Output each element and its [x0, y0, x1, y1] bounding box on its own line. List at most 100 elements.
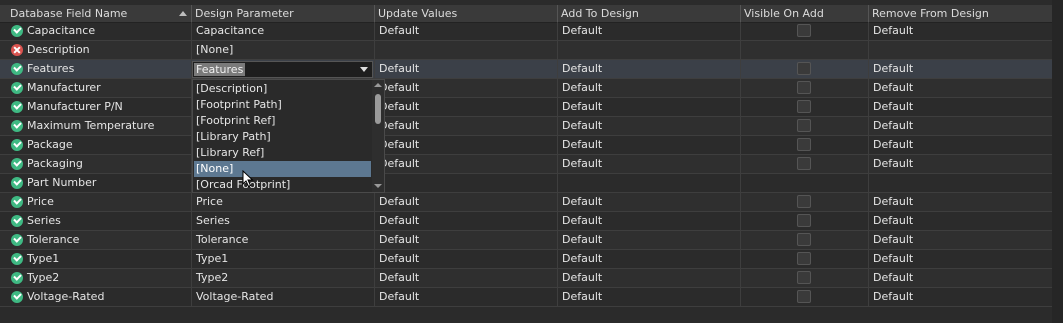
cell-remove[interactable]: Default	[868, 79, 1052, 97]
visible-on-add-checkbox[interactable]	[797, 81, 811, 94]
cell-visible[interactable]	[740, 155, 868, 173]
cell-remove[interactable]: Default	[868, 60, 1052, 78]
visible-on-add-checkbox[interactable]	[797, 24, 811, 37]
cell-remove[interactable]: Default	[868, 98, 1052, 116]
cell-add[interactable]: Default	[557, 22, 740, 40]
cell-remove[interactable]: Default	[868, 250, 1052, 268]
cell-add[interactable]: Default	[557, 193, 740, 211]
cell-param[interactable]: Voltage-Rated	[191, 288, 374, 306]
visible-on-add-checkbox[interactable]	[797, 252, 811, 265]
dropdown-option[interactable]: [Footprint Path]	[194, 97, 371, 113]
cell-visible[interactable]	[740, 98, 868, 116]
cell-visible[interactable]	[740, 212, 868, 230]
cell-remove[interactable]: Default	[868, 269, 1052, 287]
visible-on-add-checkbox[interactable]	[797, 100, 811, 113]
dropdown-option[interactable]: [Library Ref]	[194, 145, 371, 161]
dropdown-option[interactable]: [Orcad Footprint]	[194, 177, 371, 193]
cell-remove[interactable]: Default	[868, 155, 1052, 173]
cell-param[interactable]: Series	[191, 212, 374, 230]
grid-vertical-scrollbar[interactable]	[1052, 0, 1063, 323]
cell-param[interactable]: Capacitance	[191, 22, 374, 40]
cell-add[interactable]: Default	[557, 250, 740, 268]
table-row[interactable]: Type2 Type2 Default Default Default	[0, 269, 1052, 288]
cell-param[interactable]: [None]	[191, 41, 374, 59]
cell-add[interactable]: Default	[557, 60, 740, 78]
table-row[interactable]: Capacitance Capacitance Default Default Defa…	[0, 22, 1052, 41]
dropdown-option[interactable]: [Description]	[194, 81, 371, 97]
cell-update[interactable]: Default	[374, 155, 557, 173]
cell-add[interactable]: Default	[557, 269, 740, 287]
cell-add[interactable]	[557, 41, 740, 59]
visible-on-add-checkbox[interactable]	[797, 157, 811, 170]
cell-remove[interactable]: Default	[868, 136, 1052, 154]
table-row[interactable]: Voltage-Rated Voltage-Rated Default Default…	[0, 288, 1052, 307]
cell-visible[interactable]	[740, 117, 868, 135]
table-row[interactable]: Package Default Default Default	[0, 136, 1052, 155]
col-header-update-values[interactable]: Update Values	[374, 5, 557, 22]
cell-update[interactable]	[374, 41, 557, 59]
cell-update[interactable]: Default	[374, 60, 557, 78]
visible-on-add-checkbox[interactable]	[797, 62, 811, 75]
cell-visible[interactable]	[740, 60, 868, 78]
cell-remove[interactable]: Default	[868, 288, 1052, 306]
cell-visible[interactable]	[740, 269, 868, 287]
cell-add[interactable]: Default	[557, 136, 740, 154]
cell-visible[interactable]	[740, 41, 868, 59]
design-parameter-combobox[interactable]: Features	[192, 61, 373, 78]
col-header-design-parameter[interactable]: Design Parameter	[191, 5, 374, 22]
visible-on-add-checkbox[interactable]	[797, 138, 811, 151]
cell-visible[interactable]	[740, 174, 868, 192]
dropdown-option[interactable]: [Footprint Ref]	[194, 113, 371, 129]
table-row[interactable]: Manufacturer Default Default Default	[0, 79, 1052, 98]
cell-param[interactable]: Price	[191, 193, 374, 211]
dropdown-option[interactable]: [Library Path]	[194, 129, 371, 145]
cell-remove[interactable]: Default	[868, 117, 1052, 135]
col-header-visible-on-add[interactable]: Visible On Add	[740, 5, 868, 22]
cell-update[interactable]: Default	[374, 98, 557, 116]
cell-remove[interactable]: Default	[868, 231, 1052, 249]
cell-remove[interactable]	[868, 174, 1052, 192]
table-row[interactable]: Series Series Default Default Default	[0, 212, 1052, 231]
cell-update[interactable]: Default	[374, 79, 557, 97]
visible-on-add-checkbox[interactable]	[797, 233, 811, 246]
cell-update[interactable]: Default	[374, 288, 557, 306]
cell-add[interactable]: Default	[557, 79, 740, 97]
visible-on-add-checkbox[interactable]	[797, 214, 811, 227]
cell-visible[interactable]	[740, 22, 868, 40]
col-header-add-to-design[interactable]: Add To Design	[557, 5, 740, 22]
cell-add[interactable]: Default	[557, 288, 740, 306]
cell-visible[interactable]	[740, 250, 868, 268]
scroll-down-icon[interactable]	[374, 184, 382, 188]
cell-update[interactable]: Default	[374, 269, 557, 287]
cell-update[interactable]: Default	[374, 250, 557, 268]
cell-visible[interactable]	[740, 288, 868, 306]
cell-param[interactable]: Tolerance	[191, 231, 374, 249]
visible-on-add-checkbox[interactable]	[797, 290, 811, 303]
table-row[interactable]: Tolerance Tolerance Default Default Default	[0, 231, 1052, 250]
cell-visible[interactable]	[740, 136, 868, 154]
chevron-down-icon[interactable]	[360, 67, 368, 72]
cell-add[interactable]: Default	[557, 98, 740, 116]
table-row[interactable]: Part Number	[0, 174, 1052, 193]
cell-add[interactable]	[557, 174, 740, 192]
table-row[interactable]: Maximum Temperature Default Default Default	[0, 117, 1052, 136]
cell-param[interactable]: Type1	[191, 250, 374, 268]
dropdown-scrollbar[interactable]	[372, 80, 384, 192]
visible-on-add-checkbox[interactable]	[797, 271, 811, 284]
cell-add[interactable]: Default	[557, 117, 740, 135]
cell-update[interactable]	[374, 174, 557, 192]
table-row[interactable]: Features Features Default Default Default	[0, 60, 1052, 79]
cell-remove[interactable]: Default	[868, 212, 1052, 230]
cell-update[interactable]: Default	[374, 136, 557, 154]
scroll-up-icon[interactable]	[374, 83, 382, 87]
cell-update[interactable]: Default	[374, 117, 557, 135]
cell-add[interactable]: Default	[557, 155, 740, 173]
cell-add[interactable]: Default	[557, 231, 740, 249]
cell-update[interactable]: Default	[374, 212, 557, 230]
visible-on-add-checkbox[interactable]	[797, 195, 811, 208]
table-row[interactable]: Price Price Default Default Default	[0, 193, 1052, 212]
cell-remove[interactable]	[868, 41, 1052, 59]
cell-add[interactable]: Default	[557, 212, 740, 230]
visible-on-add-checkbox[interactable]	[797, 119, 811, 132]
cell-remove[interactable]: Default	[868, 22, 1052, 40]
